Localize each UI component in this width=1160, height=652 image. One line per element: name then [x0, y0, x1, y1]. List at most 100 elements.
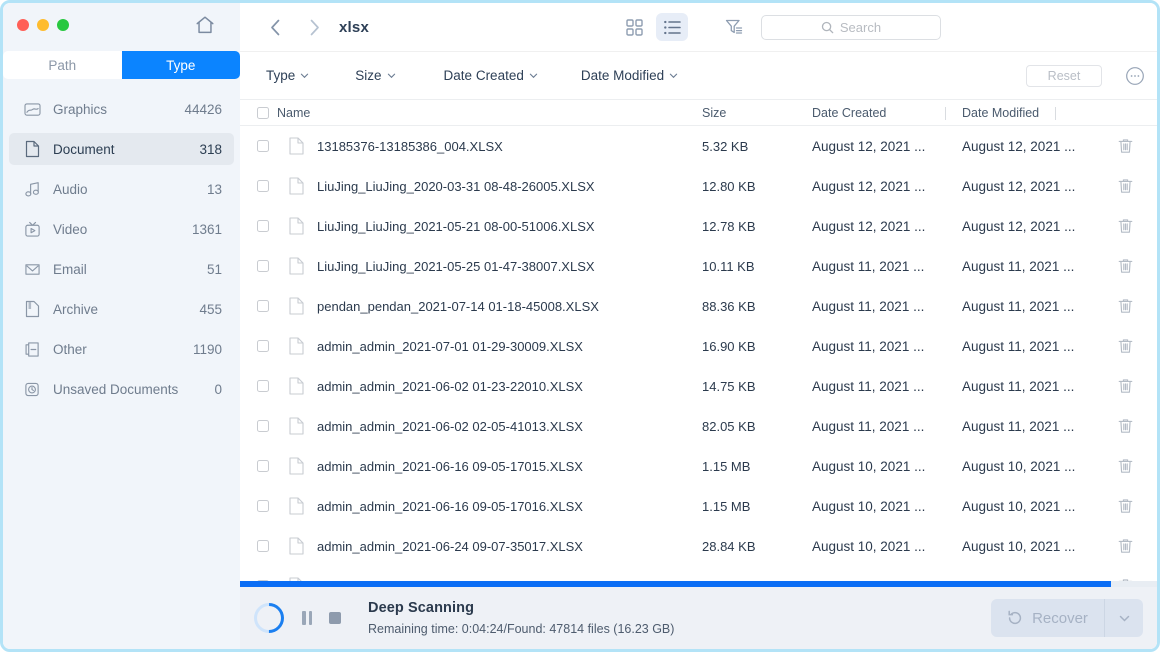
table-row[interactable]: 13185376-13185386_004.XLSX5.32 KBAugust … — [240, 126, 1157, 166]
trash-icon[interactable] — [1118, 258, 1133, 274]
file-list[interactable]: 13185376-13185386_004.XLSX5.32 KBAugust … — [240, 126, 1157, 581]
cell-actions — [1100, 218, 1157, 234]
table-row[interactable]: LiuJing_LiuJing_2020-03-31 08-48-26005.X… — [240, 166, 1157, 206]
cell-date-created: August 10, 2021 ... — [800, 459, 950, 474]
search-input[interactable]: Search — [761, 15, 941, 40]
file-name: admin_admin_2021-06-02 02-05-41013.XLSX — [317, 419, 583, 434]
column-header-size[interactable]: Size — [690, 106, 800, 120]
sidebar-item-count: 51 — [207, 262, 222, 277]
table-row[interactable]: admin_admin_2021-06-02 01-23-22010.XLSX1… — [240, 366, 1157, 406]
column-header-name[interactable]: Name — [240, 106, 690, 120]
file-icon — [289, 257, 304, 275]
filter-type-dropdown[interactable]: Type — [266, 68, 309, 83]
trash-icon[interactable] — [1118, 138, 1133, 154]
chevron-right-icon[interactable] — [301, 14, 327, 40]
row-checkbox[interactable] — [257, 460, 269, 472]
file-icon — [289, 297, 304, 315]
trash-icon[interactable] — [1118, 458, 1133, 474]
reset-button[interactable]: Reset — [1026, 65, 1102, 87]
table-row[interactable]: pendan_pendan_2021-07-14 01-18-45008.XLS… — [240, 286, 1157, 326]
file-icon — [289, 177, 304, 195]
recover-button[interactable]: Recover — [991, 610, 1104, 627]
funnel-filter-icon[interactable] — [720, 13, 748, 41]
column-header-date-modified[interactable]: Date Modified — [950, 106, 1100, 120]
sidebar: Path Type Graphics 44426 — [3, 3, 240, 649]
sidebar-item-graphics[interactable]: Graphics 44426 — [9, 93, 234, 125]
table-row[interactable]: pendan_pendan_2021-06-15 02-00-01014.XLS… — [240, 566, 1157, 581]
segment-type[interactable]: Type — [122, 51, 241, 79]
trash-icon[interactable] — [1118, 218, 1133, 234]
file-icon — [289, 497, 304, 515]
table-row[interactable]: admin_admin_2021-07-01 01-29-30009.XLSX1… — [240, 326, 1157, 366]
trash-icon[interactable] — [1118, 538, 1133, 554]
sidebar-item-video[interactable]: Video 1361 — [9, 213, 234, 245]
sidebar-item-document[interactable]: Document 318 — [9, 133, 234, 165]
row-checkbox[interactable] — [257, 180, 269, 192]
segment-path[interactable]: Path — [3, 51, 122, 79]
cell-actions — [1100, 338, 1157, 354]
list-view-icon[interactable] — [656, 13, 688, 41]
trash-icon[interactable] — [1118, 178, 1133, 194]
sidebar-item-other[interactable]: Other 1190 — [9, 333, 234, 365]
table-row[interactable]: LiuJing_LiuJing_2021-05-21 08-00-51006.X… — [240, 206, 1157, 246]
trash-icon[interactable] — [1118, 298, 1133, 314]
row-checkbox[interactable] — [257, 380, 269, 392]
file-icon — [289, 537, 304, 555]
row-checkbox[interactable] — [257, 340, 269, 352]
row-checkbox[interactable] — [257, 300, 269, 312]
filter-date-modified-dropdown[interactable]: Date Modified — [581, 68, 678, 83]
sidebar-item-email[interactable]: Email 51 — [9, 253, 234, 285]
sidebar-item-label: Document — [53, 142, 199, 157]
column-divider[interactable] — [945, 107, 946, 120]
sidebar-item-archive[interactable]: Archive 455 — [9, 293, 234, 325]
file-icon — [289, 377, 304, 395]
trash-icon[interactable] — [1118, 378, 1133, 394]
file-name: admin_admin_2021-06-02 01-23-22010.XLSX — [317, 379, 583, 394]
row-checkbox[interactable] — [257, 220, 269, 232]
more-options-icon[interactable] — [1125, 66, 1145, 86]
maximize-window-button[interactable] — [57, 19, 69, 31]
select-all-checkbox[interactable] — [257, 107, 269, 119]
recover-dropdown-button[interactable] — [1105, 612, 1143, 625]
table-row[interactable]: admin_admin_2021-06-16 09-05-17016.XLSX1… — [240, 486, 1157, 526]
close-window-button[interactable] — [17, 19, 29, 31]
trash-icon[interactable] — [1118, 498, 1133, 514]
image-icon — [23, 100, 41, 118]
recover-button-group[interactable]: Recover — [991, 599, 1143, 637]
pause-icon[interactable] — [302, 611, 312, 625]
stop-icon[interactable] — [329, 612, 341, 624]
row-checkbox[interactable] — [257, 540, 269, 552]
table-row[interactable]: admin_admin_2021-06-02 02-05-41013.XLSX8… — [240, 406, 1157, 446]
row-checkbox[interactable] — [257, 140, 269, 152]
cell-actions — [1100, 258, 1157, 274]
cell-name: pendan_pendan_2021-07-14 01-18-45008.XLS… — [240, 297, 690, 315]
row-checkbox[interactable] — [257, 500, 269, 512]
column-header-date-created[interactable]: Date Created — [800, 106, 950, 120]
view-mode-segmented-control[interactable]: Path Type — [3, 51, 240, 79]
minimize-window-button[interactable] — [37, 19, 49, 31]
trash-icon[interactable] — [1118, 418, 1133, 434]
table-row[interactable]: admin_admin_2021-06-24 09-07-35017.XLSX2… — [240, 526, 1157, 566]
recover-label: Recover — [1032, 610, 1088, 627]
filter-size-dropdown[interactable]: Size — [355, 68, 395, 83]
file-name: LiuJing_LiuJing_2021-05-25 01-47-38007.X… — [317, 259, 595, 274]
sidebar-item-unsaved-documents[interactable]: Unsaved Documents 0 — [9, 373, 234, 405]
filter-bar: Type Size Date Created Date Modified — [240, 52, 1157, 100]
cell-size: 88.36 KB — [690, 299, 800, 314]
cell-size: 12.80 KB — [690, 179, 800, 194]
grid-view-icon[interactable] — [618, 13, 650, 41]
loading-spinner-icon — [248, 597, 290, 639]
table-row[interactable]: admin_admin_2021-06-16 09-05-17015.XLSX1… — [240, 446, 1157, 486]
cell-name: admin_admin_2021-06-02 01-23-22010.XLSX — [240, 377, 690, 395]
cell-size: 16.90 KB — [690, 339, 800, 354]
sidebar-item-audio[interactable]: Audio 13 — [9, 173, 234, 205]
row-checkbox[interactable] — [257, 260, 269, 272]
filter-date-created-dropdown[interactable]: Date Created — [444, 68, 538, 83]
trash-icon[interactable] — [1118, 338, 1133, 354]
chevron-left-icon[interactable] — [262, 14, 288, 40]
column-divider[interactable] — [1055, 107, 1056, 120]
cell-actions — [1100, 418, 1157, 434]
table-row[interactable]: LiuJing_LiuJing_2021-05-25 01-47-38007.X… — [240, 246, 1157, 286]
home-icon[interactable] — [194, 14, 216, 36]
row-checkbox[interactable] — [257, 420, 269, 432]
